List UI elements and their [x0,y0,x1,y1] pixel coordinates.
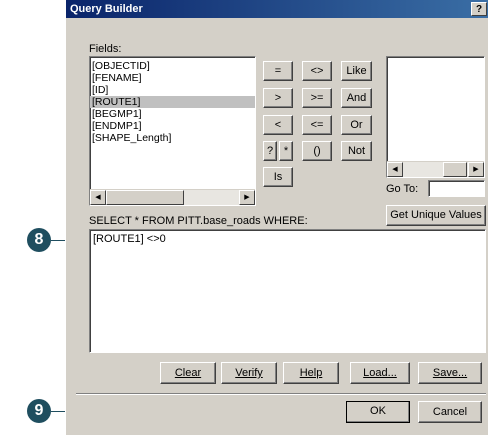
title-bar: Query Builder ? [66,0,488,18]
field-item[interactable]: [OBJECTID] [90,60,255,72]
question-mark-button[interactable]: ? [263,141,277,161]
parentheses-button[interactable]: () [302,141,332,161]
goto-label: Go To: [386,183,419,195]
greater-button[interactable]: > [263,88,293,108]
goto-input[interactable] [428,180,485,197]
less-button[interactable]: < [263,115,293,135]
field-item[interactable]: [SHAPE_Length] [90,132,255,144]
field-item[interactable]: [ROUTE1] [90,96,255,108]
where-clause-textarea[interactable]: [ROUTE1] <>0 [89,229,486,353]
cancel-button[interactable]: Cancel [418,401,482,423]
separator [76,393,486,395]
help-icon[interactable]: ? [471,2,487,16]
less-equal-button[interactable]: <= [302,115,332,135]
field-item[interactable]: [BEGMP1] [90,108,255,120]
values-scroll-left-icon[interactable]: ◀ [387,162,403,177]
and-button[interactable]: And [341,88,372,108]
load-button[interactable]: Load... [350,362,410,384]
fields-label: Fields: [89,43,122,55]
field-item[interactable]: [ID] [90,84,255,96]
values-horizontal-scrollbar[interactable]: ◀ ▶ [387,161,484,177]
fields-horizontal-scrollbar[interactable]: ◀ ▶ [90,189,255,205]
star-button[interactable]: * [279,141,293,161]
scroll-right-icon[interactable]: ▶ [239,190,255,205]
save-button[interactable]: Save... [418,362,482,384]
equals-button[interactable]: = [263,61,293,81]
fields-list[interactable]: [OBJECTID] [FENAME] [ID] [ROUTE1] [BEGMP1] [E… [89,56,256,206]
field-item[interactable]: [ENDMP1] [90,120,255,132]
query-builder-dialog: Query Builder ? Fields: [OBJECTID] [FENAM… [65,0,488,435]
not-button[interactable]: Not [341,141,372,161]
or-button[interactable]: Or [341,115,372,135]
get-unique-values-button[interactable]: Get Unique Values [386,205,486,226]
field-item[interactable]: [FENAME] [90,72,255,84]
callout-step-8: 8 [27,228,51,252]
scroll-left-icon[interactable]: ◀ [90,190,106,205]
unique-values-list[interactable]: ◀ ▶ [386,56,485,178]
ok-button[interactable]: OK [346,401,410,423]
window-title: Query Builder [70,3,143,15]
callout-step-9: 9 [27,399,51,423]
help-button[interactable]: Help [283,362,339,384]
greater-equal-button[interactable]: >= [302,88,332,108]
not-equal-button[interactable]: <> [302,61,332,81]
values-scroll-thumb[interactable] [443,162,467,177]
scroll-thumb[interactable] [106,190,184,205]
where-clause-label: SELECT * FROM PITT.base_roads WHERE: [89,215,308,227]
values-scroll-right-icon[interactable]: ▶ [468,162,484,177]
verify-button[interactable]: Verify [221,362,277,384]
clear-button[interactable]: Clear [160,362,216,384]
is-button[interactable]: Is [263,167,293,187]
like-button[interactable]: Like [341,61,372,81]
where-clause-text: [ROUTE1] <>0 [93,233,166,245]
